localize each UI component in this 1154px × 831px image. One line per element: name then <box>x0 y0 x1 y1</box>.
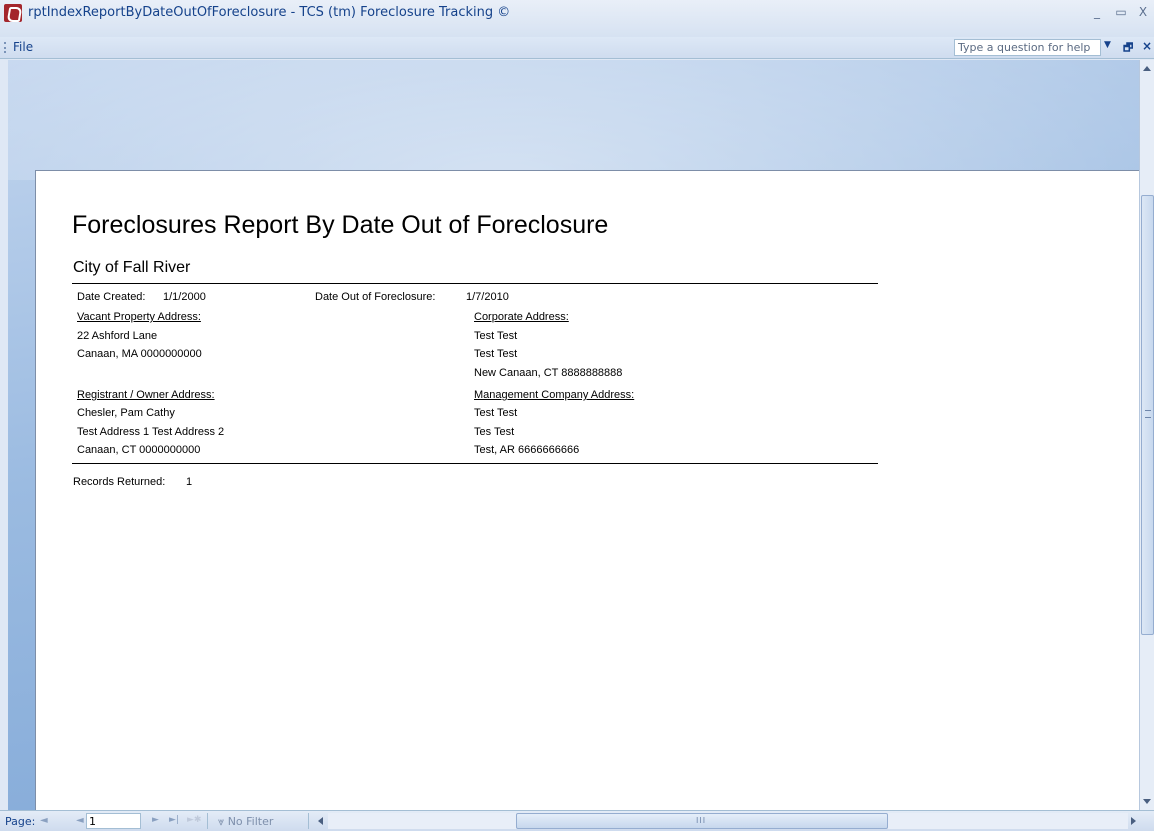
scroll-down-icon[interactable] <box>1143 799 1151 804</box>
access-app-icon[interactable] <box>4 4 22 22</box>
corporate-line: Test Test <box>474 330 518 342</box>
next-page-icon[interactable]: ► <box>152 815 159 825</box>
date-out-value: 1/7/2010 <box>466 291 509 303</box>
date-created-value: 1/1/2000 <box>163 291 206 303</box>
management-line: Tes Test <box>474 426 515 438</box>
registrant-line: Canaan, CT 0000000000 <box>77 444 201 456</box>
date-out-label: Date Out of Foreclosure: <box>315 291 436 303</box>
page-label: Page: <box>5 815 36 828</box>
minimize-button[interactable]: _ <box>1088 4 1106 20</box>
records-returned-value: 1 <box>186 476 193 488</box>
new-record-icon[interactable]: ►✱ <box>187 815 201 825</box>
records-returned-label: Records Returned: <box>73 476 166 488</box>
title-bar: rptIndexReportByDateOutOfForeclosure - T… <box>0 0 1154 37</box>
help-search-input[interactable]: Type a question for help <box>954 39 1101 56</box>
report-city: City of Fall River <box>73 259 191 276</box>
date-created-label: Date Created: <box>77 291 146 303</box>
report-page: Foreclosures Report By Date Out of Forec… <box>35 170 1139 810</box>
restore-button[interactable]: ▭ <box>1112 4 1130 20</box>
scroll-grip-icon: III <box>696 816 707 825</box>
first-page-icon[interactable]: ◄ <box>40 815 48 826</box>
document-close-button[interactable]: × <box>1142 39 1152 53</box>
corporate-line: New Canaan, CT 8888888888 <box>474 367 623 379</box>
registrant-line: Test Address 1 Test Address 2 <box>77 426 225 438</box>
previous-page-icon[interactable]: ◄ <box>76 815 84 826</box>
window-title: rptIndexReportByDateOutOfForeclosure - T… <box>28 5 511 20</box>
help-dropdown-icon[interactable]: ▼ <box>1104 40 1111 50</box>
document-restore-button[interactable]: 🗗 <box>1123 39 1133 58</box>
vertical-scrollbar[interactable] <box>1139 60 1154 810</box>
vacant-property-line: Canaan, MA 0000000000 <box>77 348 202 360</box>
vacant-property-heading: Vacant Property Address: <box>77 311 201 323</box>
nav-separator <box>207 813 208 829</box>
registrant-heading: Registrant / Owner Address: <box>77 389 215 401</box>
scroll-up-icon[interactable] <box>1143 66 1151 71</box>
page-number-input[interactable]: 1 <box>86 813 141 829</box>
record-navigation-bar: Page: ◄ ◄ 1 ► ►| ►✱ ⩔ No Filter III <box>0 810 1154 831</box>
header-divider <box>72 283 878 284</box>
registrant-line: Chesler, Pam Cathy <box>77 407 175 419</box>
menu-file[interactable]: File <box>13 40 33 54</box>
no-filter-label: No Filter <box>227 815 274 828</box>
management-line: Test, AR 6666666666 <box>474 444 580 456</box>
corporate-heading: Corporate Address: <box>474 311 569 323</box>
filter-icon: ⩔ <box>218 815 228 828</box>
last-page-icon[interactable]: ►| <box>169 815 179 825</box>
management-heading: Management Company Address: <box>474 389 635 401</box>
scroll-right-icon[interactable] <box>1131 817 1136 825</box>
footer-divider <box>72 463 878 464</box>
report-preview-area[interactable]: Foreclosures Report By Date Out of Forec… <box>8 60 1139 810</box>
report-title: Foreclosures Report By Date Out of Forec… <box>72 211 609 239</box>
vertical-scroll-thumb[interactable] <box>1141 195 1154 635</box>
no-filter-button[interactable]: ⩔ No Filter <box>218 815 273 829</box>
nav-separator <box>308 813 309 829</box>
corporate-line: Test Test <box>474 348 518 360</box>
scroll-left-icon[interactable] <box>318 817 323 825</box>
vacant-property-line: 22 Ashford Lane <box>77 330 158 342</box>
close-button[interactable]: X <box>1134 4 1152 20</box>
toolbar-grip-icon[interactable] <box>4 42 7 53</box>
management-line: Test Test <box>474 407 518 419</box>
menu-bar: File Type a question for help ▼ 🗗 × <box>0 37 1154 59</box>
